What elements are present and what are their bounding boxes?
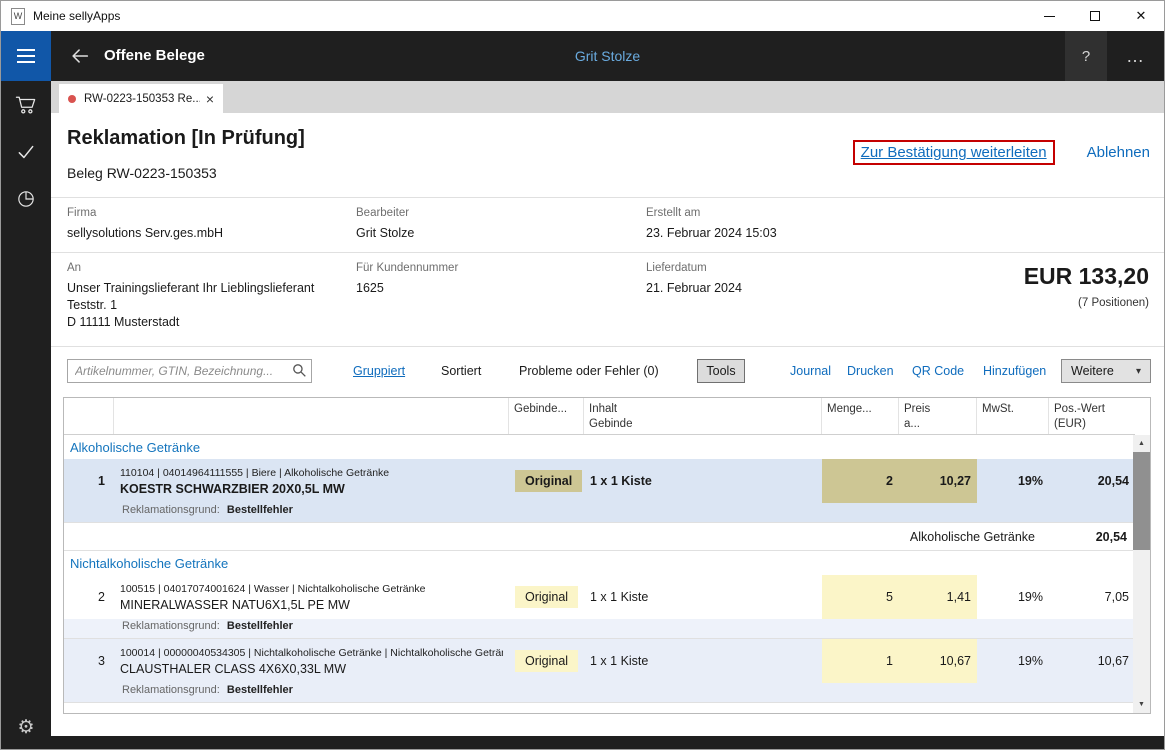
tab-document[interactable]: RW-0223-150353 Re... × — [59, 84, 223, 113]
col-header-inhalt[interactable]: Inhalt Gebinde — [584, 398, 822, 434]
gebinde-badge: Original — [515, 650, 578, 672]
cart-icon — [15, 95, 37, 115]
modified-dot-icon — [68, 95, 76, 103]
hamburger-icon — [17, 49, 35, 51]
reason-row: Reklamationsgrund: Bestellfehler — [64, 683, 1135, 703]
document-actions: Zur Bestätigung weiterleiten Ablehnen — [853, 140, 1150, 165]
maximize-button[interactable] — [1072, 1, 1118, 31]
sortiert-toggle[interactable]: Sortiert — [441, 364, 481, 378]
sidebar-item-reports[interactable] — [1, 175, 51, 222]
fields-row-1: Firma sellysolutions Serv.ges.mbH Bearbe… — [51, 198, 1164, 253]
fields-row-2: An Unser Trainingslieferant Ihr Liebling… — [51, 253, 1164, 347]
close-button[interactable]: ✕ — [1118, 1, 1164, 31]
app-window: W Meine sellyApps ✕ Offene Belege Gr — [0, 0, 1165, 750]
print-link[interactable]: Drucken — [847, 364, 894, 378]
article-cell: 100515 | 04017074001624 | Wasser | Nicht… — [114, 581, 509, 614]
tab-label: RW-0223-150353 Re... — [84, 93, 200, 105]
field-kundennummer: Für Kundennummer 1625 — [356, 262, 646, 336]
more-button[interactable]: … — [1114, 31, 1156, 81]
positions-table: Gebinde... Inhalt Gebinde Menge... Preis… — [63, 397, 1151, 714]
minimize-button[interactable] — [1026, 1, 1072, 31]
tabbar: RW-0223-150353 Re... × — [51, 81, 1164, 113]
vertical-scrollbar[interactable]: ▲ ▼ — [1133, 435, 1150, 713]
gebinde-badge: Original — [515, 470, 582, 492]
col-header-preis[interactable]: Preis a... — [899, 398, 977, 434]
gruppiert-toggle[interactable]: Gruppiert — [353, 364, 405, 378]
table-row[interactable]: 2 100515 | 04017074001624 | Wasser | Nic… — [64, 575, 1135, 619]
col-header-menge[interactable]: Menge... — [822, 398, 899, 434]
document-title: Reklamation [In Prüfung] — [67, 127, 305, 150]
table-row[interactable]: 1 110104 | 04014964111555 | Biere | Alko… — [64, 459, 1135, 503]
col-header-mwst[interactable]: MwSt. — [977, 398, 1049, 434]
group-subtotal: Alkoholische Getränke 20,54 — [64, 523, 1135, 551]
positions-toolbar: Gruppiert Sortiert Probleme oder Fehler … — [51, 347, 1164, 397]
table-header: Gebinde... Inhalt Gebinde Menge... Preis… — [64, 398, 1135, 435]
chevron-down-icon: ▾ — [1136, 366, 1141, 377]
table-row[interactable]: 4 100004 | 04016887055084 | Wasser | Nic… — [64, 703, 1135, 714]
check-icon — [16, 142, 36, 162]
scrollbar-thumb[interactable] — [1133, 452, 1150, 550]
table-body: Alkoholische Getränke 1 110104 | 0401496… — [64, 435, 1135, 714]
maximize-icon — [1090, 11, 1100, 21]
forward-for-approval-button[interactable]: Zur Bestätigung weiterleiten — [853, 140, 1055, 165]
col-header-gebinde[interactable]: Gebinde... — [509, 398, 584, 434]
tools-button[interactable]: Tools — [697, 359, 745, 383]
article-cell: 110104 | 04014964111555 | Biere | Alkoho… — [114, 465, 509, 498]
menu-button[interactable] — [1, 31, 51, 81]
help-button[interactable]: ? — [1065, 31, 1107, 81]
scroll-down-icon[interactable]: ▼ — [1133, 696, 1150, 713]
scroll-up-icon[interactable]: ▲ — [1133, 435, 1150, 452]
tab-close-icon[interactable]: × — [206, 91, 214, 107]
gebinde-badge: Original — [515, 586, 578, 608]
sidebar-item-tasks[interactable] — [1, 128, 51, 175]
close-icon: ✕ — [1136, 8, 1147, 24]
app-header: Offene Belege Grit Stolze ? … — [1, 31, 1164, 81]
pie-chart-icon — [16, 189, 36, 209]
sidebar-item-cart[interactable] — [1, 81, 51, 128]
add-link[interactable]: Hinzufügen — [983, 364, 1046, 378]
field-bearbeiter: Bearbeiter Grit Stolze — [356, 207, 646, 242]
positions-count: (7 Positionen) — [1024, 297, 1149, 309]
field-an: An Unser Trainingslieferant Ihr Liebling… — [67, 262, 356, 336]
table-row[interactable]: 3 100014 | 00000040534305 | Nichtalkohol… — [64, 639, 1135, 683]
sidebar: ⚙ — [1, 81, 51, 749]
footer-bar — [1, 736, 1164, 749]
window-controls: ✕ — [1026, 1, 1164, 31]
document-header: Reklamation [In Prüfung] Beleg RW-0223-1… — [51, 113, 1164, 197]
search-input[interactable] — [67, 359, 312, 383]
content: Reklamation [In Prüfung] Beleg RW-0223-1… — [51, 113, 1164, 736]
problems-filter[interactable]: Probleme oder Fehler (0) — [519, 364, 659, 378]
window-title: Meine sellyApps — [33, 9, 120, 23]
group-header-alkoholisch: Alkoholische Getränke — [64, 435, 1135, 459]
search-box — [67, 359, 312, 383]
reason-row: Reklamationsgrund: Bestellfehler — [64, 503, 1135, 523]
col-header-num — [64, 398, 114, 434]
search-icon — [292, 363, 307, 378]
titlebar: W Meine sellyApps ✕ — [1, 1, 1164, 31]
group-header-nichtalkoholisch: Nichtalkoholische Getränke — [64, 551, 1135, 575]
field-firma: Firma sellysolutions Serv.ges.mbH — [67, 207, 356, 242]
document-total: EUR 133,20 (7 Positionen) — [1024, 263, 1149, 309]
more-dropdown[interactable]: Weitere ▾ — [1061, 359, 1151, 383]
qr-code-link[interactable]: QR Code — [912, 364, 964, 378]
article-cell: 100014 | 00000040534305 | Nichtalkoholis… — [114, 645, 509, 678]
journal-link[interactable]: Journal — [790, 364, 831, 378]
field-erstellt-am: Erstellt am 23. Februar 2024 15:03 — [646, 207, 1148, 242]
current-user[interactable]: Grit Stolze — [51, 31, 1164, 81]
document-subtitle: Beleg RW-0223-150353 — [67, 165, 217, 181]
col-header-wert[interactable]: Pos.-Wert (EUR) — [1049, 398, 1135, 434]
total-amount: EUR 133,20 — [1024, 263, 1149, 290]
fields-section: Firma sellysolutions Serv.ges.mbH Bearbe… — [51, 197, 1164, 347]
col-header-description — [114, 398, 509, 434]
minimize-icon — [1044, 16, 1055, 17]
reason-row: Reklamationsgrund: Bestellfehler — [64, 619, 1135, 639]
app-icon: W — [11, 8, 25, 25]
reject-button[interactable]: Ablehnen — [1087, 144, 1150, 161]
